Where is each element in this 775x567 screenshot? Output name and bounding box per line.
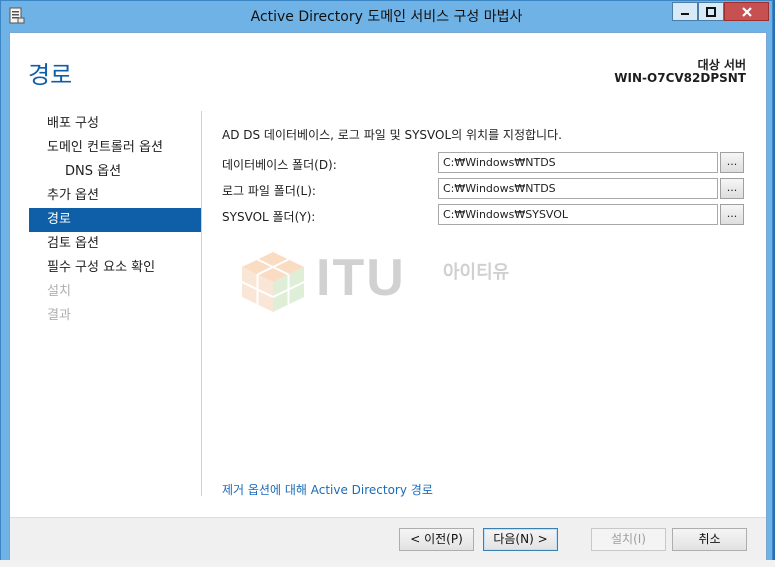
log-folder-browse-button[interactable]: ... [720, 178, 744, 199]
wizard-body: 경로 대상 서버 WIN-O7CV82DPSNT 배포 구성 도메인 컨트롤러 … [9, 32, 767, 560]
log-folder-input[interactable] [438, 178, 718, 199]
install-button: 설치(I) [591, 528, 666, 551]
wizard-footer: < 이전(P) 다음(N) > 설치(I) 취소 [10, 517, 766, 560]
nav-item-deployment-config[interactable]: 배포 구성 [29, 112, 201, 136]
instruction-text: AD DS 데이터베이스, 로그 파일 및 SYSVOL의 위치를 지정합니다. [222, 128, 562, 142]
next-button[interactable]: 다음(N) > [483, 528, 558, 551]
nav-item-paths[interactable]: 경로 [29, 208, 201, 232]
sysvol-folder-browse-button[interactable]: ... [720, 204, 744, 225]
nav-item-dc-options[interactable]: 도메인 컨트롤러 옵션 [29, 136, 201, 160]
window-title: Active Directory 도메인 서비스 구성 마법사 [250, 9, 523, 25]
nav-item-installation: 설치 [47, 284, 71, 299]
watermark-subtext: 아이티유 [443, 262, 510, 283]
sysvol-folder-label: SYSVOL 폴더(Y): [222, 210, 316, 224]
previous-button[interactable]: < 이전(P) [399, 528, 474, 551]
wizard-window: Active Directory 도메인 서비스 구성 마법사 경로 대상 서버… [0, 0, 773, 565]
nav-item-dns-options[interactable]: DNS 옵션 [29, 160, 201, 184]
database-folder-input[interactable] [438, 152, 718, 173]
background-document-strip [0, 560, 775, 567]
minimize-icon [681, 12, 689, 15]
itu-logo-icon [241, 252, 305, 312]
close-button[interactable] [724, 2, 769, 21]
database-folder-label: 데이터베이스 폴더(D): [222, 158, 337, 172]
sysvol-folder-input[interactable] [438, 204, 718, 225]
minimize-button[interactable] [672, 2, 698, 21]
log-folder-label: 로그 파일 폴더(L): [222, 184, 316, 198]
nav-item-prerequisites-check[interactable]: 필수 구성 요소 확인 [29, 256, 201, 280]
nav-item-results: 결과 [47, 308, 71, 323]
itu-watermark: ITU 아이티유 [238, 248, 548, 318]
close-icon [741, 6, 752, 17]
remove-options-link[interactable]: 제거 옵션에 대해 Active Directory 경로 [222, 481, 433, 498]
cancel-button[interactable]: 취소 [672, 528, 747, 551]
database-folder-browse-button[interactable]: ... [720, 152, 744, 173]
nav-divider [201, 111, 202, 496]
wizard-nav: 배포 구성 도메인 컨트롤러 옵션 DNS 옵션 추가 옵션 경로 검토 옵션 … [29, 112, 201, 328]
title-bar[interactable]: Active Directory 도메인 서비스 구성 마법사 [1, 1, 772, 31]
wizard-header: 경로 대상 서버 WIN-O7CV82DPSNT [10, 33, 766, 109]
target-server-name: WIN-O7CV82DPSNT [614, 71, 746, 85]
nav-item-additional-options[interactable]: 추가 옵션 [29, 184, 201, 208]
watermark-text: ITU [316, 249, 406, 307]
nav-item-review-options[interactable]: 검토 옵션 [29, 232, 201, 256]
page-title: 경로 [28, 61, 73, 89]
maximize-button[interactable] [698, 2, 724, 21]
maximize-icon [706, 6, 716, 17]
